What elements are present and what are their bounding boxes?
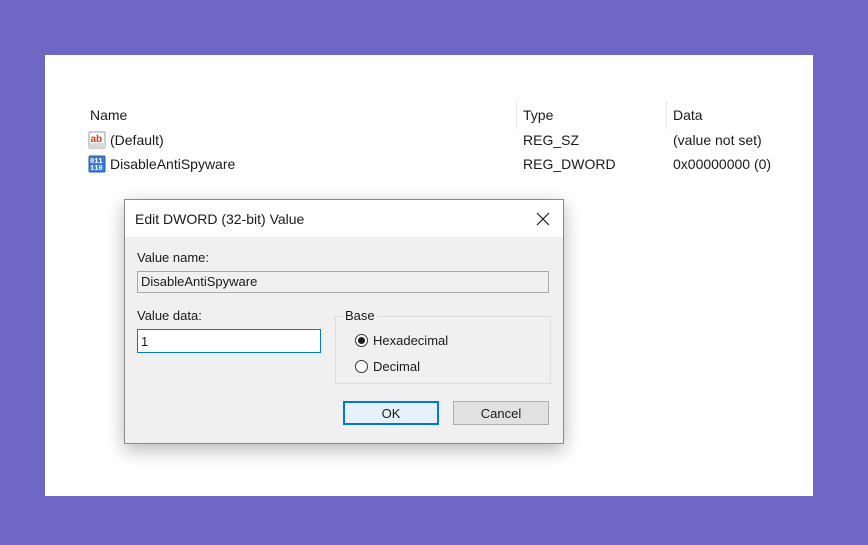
value-name-label: Value name: <box>137 250 210 265</box>
hexadecimal-radio[interactable]: Hexadecimal <box>355 331 448 349</box>
registry-row-disableantispyware[interactable]: 011 110 DisableAntiSpyware REG_DWORD 0x0… <box>45 153 813 177</box>
value-data: (value not set) <box>673 132 762 148</box>
value-type: REG_SZ <box>523 132 580 148</box>
string-value-icon: ab <box>88 131 106 149</box>
ok-button[interactable]: OK <box>343 401 439 425</box>
column-header-data[interactable]: Data <box>673 107 703 123</box>
value-name: (Default) <box>110 132 164 148</box>
binary-value-icon: 011 110 <box>88 155 106 173</box>
value-name-field[interactable]: DisableAntiSpyware <box>137 271 549 293</box>
close-button[interactable] <box>523 200 563 237</box>
value-data-label: Value data: <box>137 308 202 323</box>
radio-checked-icon[interactable] <box>355 333 368 347</box>
dialog-titlebar[interactable]: Edit DWORD (32-bit) Value <box>125 200 563 237</box>
decimal-radio[interactable]: Decimal <box>355 357 420 375</box>
value-name: DisableAntiSpyware <box>110 156 236 172</box>
cancel-button[interactable]: Cancel <box>453 401 549 425</box>
decimal-label: Decimal <box>373 358 420 374</box>
column-header-name[interactable]: Name <box>90 107 127 123</box>
base-group-label: Base <box>343 308 377 323</box>
value-data-input[interactable] <box>137 329 321 353</box>
column-divider[interactable] <box>666 101 667 129</box>
column-header-type[interactable]: Type <box>523 107 553 123</box>
column-divider[interactable] <box>516 101 517 129</box>
value-type: REG_DWORD <box>523 156 616 172</box>
svg-text:110: 110 <box>90 165 103 173</box>
svg-text:ab: ab <box>91 134 103 145</box>
close-icon <box>536 212 550 225</box>
registry-row-default[interactable]: ab (Default) REG_SZ (value not set) <box>45 129 813 153</box>
hexadecimal-label: Hexadecimal <box>373 332 449 348</box>
value-data: 0x00000000 (0) <box>673 156 772 172</box>
edit-dword-dialog: Edit DWORD (32-bit) Value Value name: Di… <box>124 199 564 444</box>
dialog-title: Edit DWORD (32-bit) Value <box>135 211 305 227</box>
radio-unchecked-icon[interactable] <box>355 359 368 373</box>
